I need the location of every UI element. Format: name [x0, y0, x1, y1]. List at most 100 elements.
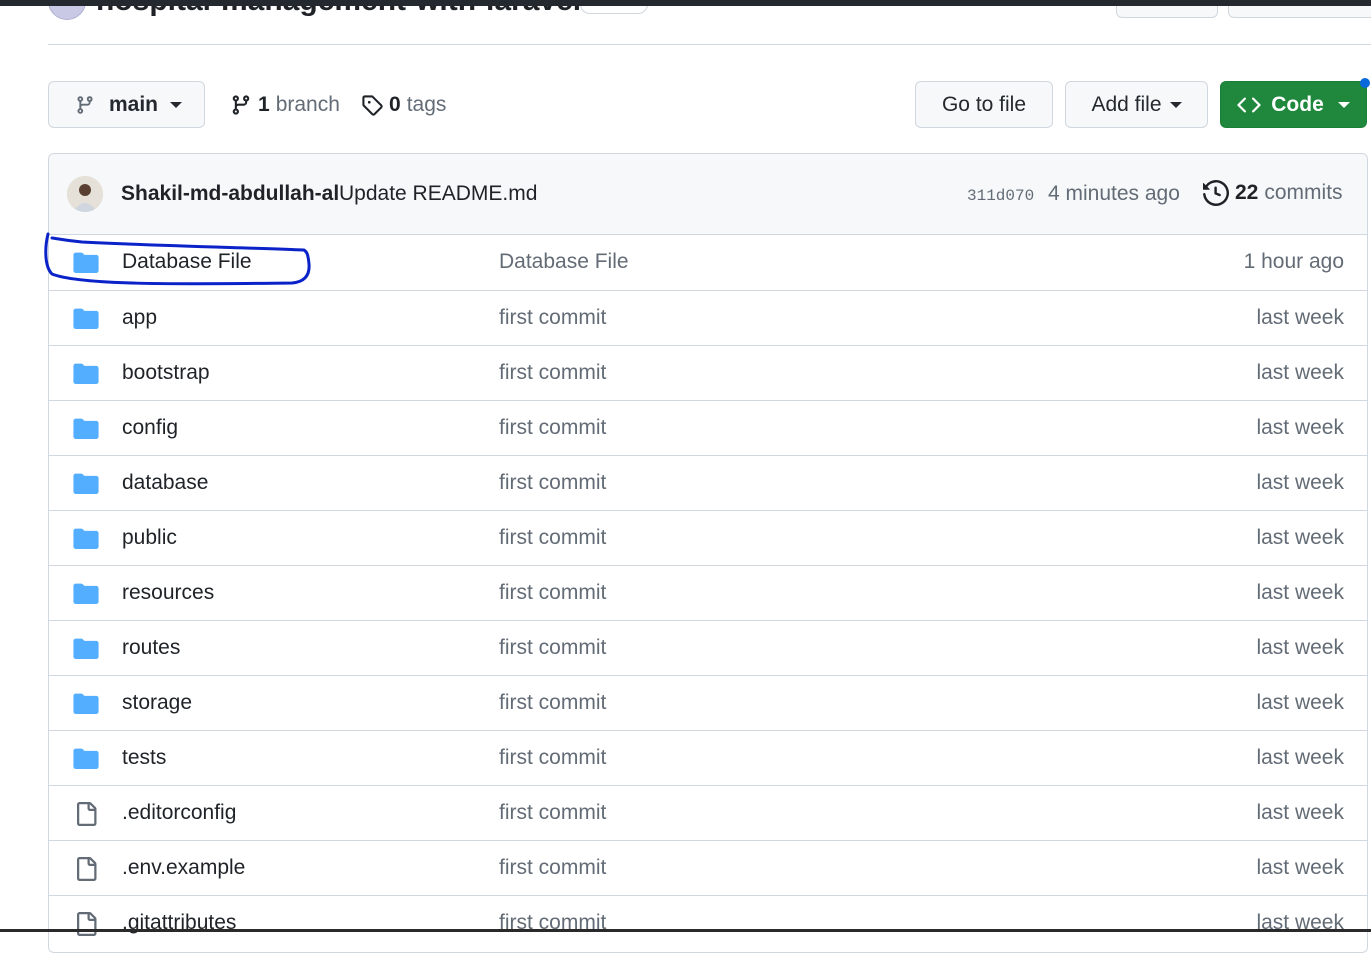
file-name-link[interactable]: storage — [122, 691, 192, 715]
commit-sha-link[interactable]: 311d070 — [967, 187, 1034, 205]
repo-action-button[interactable] — [1228, 6, 1371, 18]
file-name-link[interactable]: bootstrap — [122, 361, 210, 385]
code-button[interactable]: Code — [1220, 81, 1367, 128]
commits-count: 22 — [1235, 181, 1259, 204]
file-commit-age: last week — [1256, 746, 1344, 769]
file-commit-age: last week — [1256, 801, 1344, 824]
file-commit-message-link[interactable]: first commit — [499, 746, 606, 770]
file-commit-message-link[interactable]: first commit — [499, 471, 606, 495]
folder-icon — [73, 527, 99, 549]
file-commit-message-link[interactable]: first commit — [499, 581, 606, 605]
file-commit-message-link[interactable]: first commit — [499, 801, 606, 825]
tags-label: tags — [406, 93, 447, 116]
file-commit-age: last week — [1256, 361, 1344, 384]
file-row[interactable]: routes first commit last week — [49, 620, 1367, 675]
latest-commit-bar: Shakil-md-abdullah-al Update README.md 3… — [49, 154, 1367, 235]
file-commit-message-link[interactable]: first commit — [499, 306, 606, 330]
file-commit-age: last week — [1256, 526, 1344, 549]
go-to-file-button[interactable]: Go to file — [915, 81, 1053, 128]
commit-message-link[interactable]: Update README.md — [339, 182, 537, 206]
file-commit-message-link[interactable]: first commit — [499, 361, 606, 385]
folder-icon — [73, 417, 99, 439]
file-name-link[interactable]: tests — [122, 746, 166, 770]
file-name-link[interactable]: Database File — [122, 250, 252, 274]
file-commit-message-link[interactable]: Database File — [499, 250, 629, 274]
file-commit-message-link[interactable]: first commit — [499, 856, 606, 880]
file-commit-age: last week — [1256, 306, 1344, 329]
file-row[interactable]: public first commit last week — [49, 510, 1367, 565]
history-icon — [1203, 180, 1229, 206]
notification-dot — [1360, 78, 1370, 88]
file-row[interactable]: tests first commit last week — [49, 730, 1367, 785]
file-icon — [73, 802, 99, 826]
file-name-link[interactable]: .editorconfig — [122, 801, 236, 825]
branch-select-button[interactable]: main — [48, 81, 205, 128]
file-row[interactable]: storage first commit last week — [49, 675, 1367, 730]
add-file-label: Add file — [1091, 92, 1162, 116]
file-row[interactable]: .gitattributes first commit last week — [49, 895, 1367, 950]
chevron-down-icon — [1169, 101, 1182, 108]
file-rows: Database File Database File 1 hour ago a… — [49, 235, 1367, 950]
file-name-link[interactable]: public — [122, 526, 177, 550]
file-name-link[interactable]: routes — [122, 636, 180, 660]
tags-link[interactable]: 0 tags — [361, 90, 446, 120]
file-commit-message-link[interactable]: first commit — [499, 416, 606, 440]
repo-title-row: hospital-management-with-laravel — [0, 6, 1371, 44]
file-name-link[interactable]: resources — [122, 581, 214, 605]
file-name-link[interactable]: .env.example — [122, 856, 245, 880]
repo-action-button[interactable] — [1116, 6, 1218, 18]
commit-time: 4 minutes ago — [1048, 182, 1180, 205]
branches-count: 1 — [258, 93, 270, 116]
file-row[interactable]: resources first commit last week — [49, 565, 1367, 620]
file-name-link[interactable]: config — [122, 416, 178, 440]
file-commit-age: 1 hour ago — [1243, 250, 1344, 273]
file-row[interactable]: .editorconfig first commit last week — [49, 785, 1367, 840]
file-commit-age: last week — [1256, 581, 1344, 604]
file-commit-age: last week — [1256, 636, 1344, 659]
user-avatar-icon — [67, 176, 103, 212]
file-row[interactable]: config first commit last week — [49, 400, 1367, 455]
code-icon — [1237, 96, 1261, 113]
folder-icon — [73, 362, 99, 384]
file-row[interactable]: database first commit last week — [49, 455, 1367, 510]
git-branch-icon — [232, 95, 250, 115]
file-commit-age: last week — [1256, 416, 1344, 439]
file-commit-age: last week — [1256, 691, 1344, 714]
file-icon — [73, 857, 99, 881]
file-name-link[interactable]: database — [122, 471, 208, 495]
add-file-button[interactable]: Add file — [1065, 81, 1208, 128]
folder-icon — [73, 472, 99, 494]
branch-name: main — [109, 92, 159, 116]
branches-link[interactable]: 1 branch — [230, 90, 340, 120]
go-to-file-label: Go to file — [941, 92, 1027, 116]
branches-label: branch — [275, 93, 340, 116]
file-commit-message-link[interactable]: first commit — [499, 691, 606, 715]
header-divider — [48, 44, 1371, 45]
git-branch-icon — [77, 95, 93, 114]
folder-icon — [73, 637, 99, 659]
file-commit-message-link[interactable]: first commit — [499, 526, 606, 550]
file-commit-message-link[interactable]: first commit — [499, 636, 606, 660]
chevron-down-icon — [170, 101, 183, 108]
folder-icon — [73, 692, 99, 714]
file-row[interactable]: app first commit last week — [49, 290, 1367, 345]
visibility-badge — [580, 6, 648, 14]
file-name-link[interactable]: app — [122, 306, 157, 330]
folder-icon — [73, 582, 99, 604]
owner-avatar[interactable] — [48, 6, 86, 20]
folder-icon — [73, 307, 99, 329]
chevron-down-icon — [1337, 101, 1350, 108]
tag-icon — [362, 95, 383, 116]
commits-label: commits — [1264, 181, 1343, 204]
commits-history-link[interactable]: 22 commits — [1203, 180, 1343, 206]
file-commit-age: last week — [1256, 856, 1344, 879]
file-row[interactable]: Database File Database File 1 hour ago — [49, 235, 1367, 290]
commit-author-link[interactable]: Shakil-md-abdullah-al — [121, 182, 339, 206]
file-commit-age: last week — [1256, 471, 1344, 494]
file-list-box: Shakil-md-abdullah-al Update README.md 3… — [48, 153, 1368, 953]
file-row[interactable]: bootstrap first commit last week — [49, 345, 1367, 400]
avatar[interactable] — [67, 176, 103, 212]
repo-title[interactable]: hospital-management-with-laravel — [96, 6, 581, 18]
file-row[interactable]: .env.example first commit last week — [49, 840, 1367, 895]
folder-icon — [73, 747, 99, 769]
